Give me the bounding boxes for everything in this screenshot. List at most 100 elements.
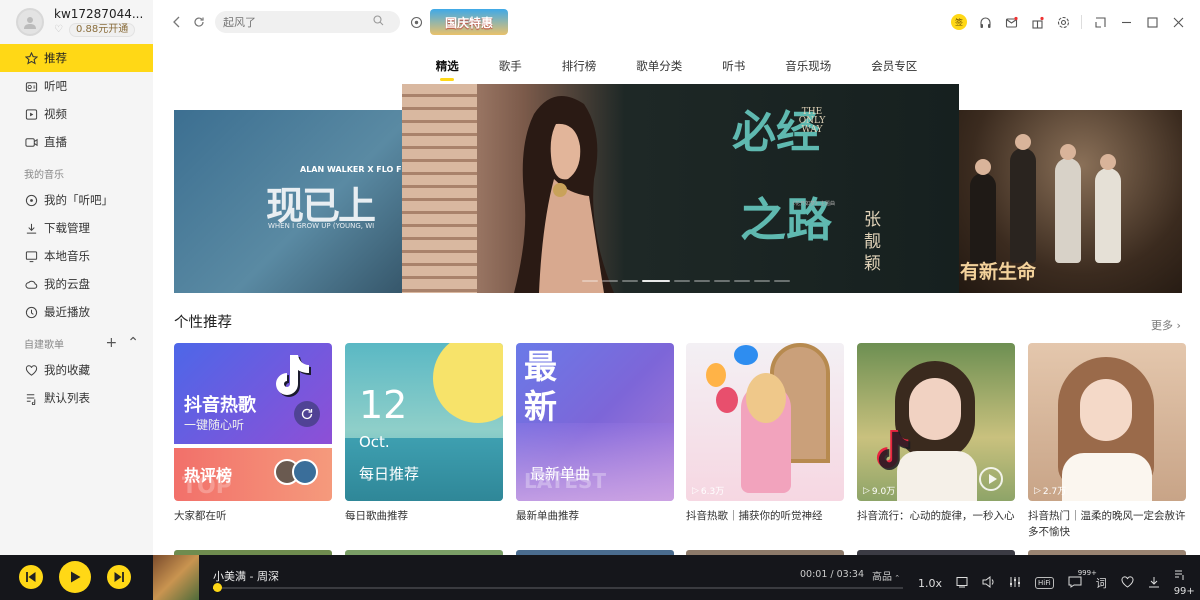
sidebar-item-label: 最近播放 xyxy=(44,305,90,319)
card-hot-everyone[interactable]: 抖音热歌 一键随心听 TOP 热评榜 大家都在听 xyxy=(174,343,332,524)
progress-knob[interactable] xyxy=(213,583,222,592)
vip-upgrade-button[interactable]: 0.88元开通 xyxy=(69,23,136,37)
play-icon[interactable] xyxy=(979,467,1003,491)
card-cover[interactable]: 12 Oct. 每日推荐 xyxy=(345,343,503,501)
add-playlist-icon[interactable]: + xyxy=(106,335,118,351)
album-cover[interactable] xyxy=(153,555,199,600)
band-member xyxy=(1055,144,1081,263)
carousel-dot[interactable] xyxy=(622,280,638,282)
carousel-dot[interactable] xyxy=(642,280,670,282)
minimize-icon[interactable] xyxy=(1118,14,1134,30)
previous-button[interactable] xyxy=(19,565,43,589)
sidebar-item-video[interactable]: 视频 xyxy=(0,100,153,128)
banner-left-line1: ALAN WALKER X FLO F xyxy=(300,165,402,174)
card-cover[interactable]: ▷ 2.7万 xyxy=(1028,343,1186,501)
carousel-dot[interactable] xyxy=(602,280,618,282)
card-douyin-trending[interactable]: ▷ 2.7万 抖音热门｜温柔的晚风一定会赦许多不愉快 xyxy=(1028,343,1186,540)
card-caption[interactable]: 抖音流行：心动的旋律，一秒入心 xyxy=(857,508,1015,524)
douyin-tile[interactable]: 抖音热歌 一键随心听 xyxy=(174,343,332,444)
card-cover[interactable]: ▷ 9.0万 xyxy=(857,343,1015,501)
banner-main[interactable]: 必经 之路 THE ONLY WAY 《花开如梦》主题曲 张靓颖 xyxy=(402,84,959,293)
sidebar-item-live[interactable]: 直播 xyxy=(0,128,153,156)
download-icon[interactable] xyxy=(1148,576,1160,591)
sidebar-item-default-list[interactable]: 默认列表 xyxy=(0,384,153,412)
tab-playlist-categories[interactable]: 歌单分类 xyxy=(636,52,682,82)
search-box[interactable] xyxy=(215,11,400,33)
card-caption[interactable]: 每日歌曲推荐 xyxy=(345,508,503,524)
sidebar-item-my-tingba[interactable]: 我的「听吧」 xyxy=(0,186,153,214)
search-input[interactable] xyxy=(223,15,373,29)
tab-featured[interactable]: 精选 xyxy=(436,52,459,82)
card-daily[interactable]: 12 Oct. 每日推荐 每日歌曲推荐 xyxy=(345,343,503,524)
carousel-dot[interactable] xyxy=(754,280,770,282)
more-link[interactable]: 更多 › xyxy=(1151,317,1181,333)
hifi-badge[interactable]: HiFi xyxy=(1035,577,1054,589)
sidebar-item-cloud[interactable]: 我的云盘 xyxy=(0,270,153,298)
user-panel[interactable]: kw17287044... ♡ 0.88元开通 xyxy=(0,0,153,44)
hot-comments-tile[interactable]: TOP 热评榜 xyxy=(174,448,332,501)
card-douyin-popular[interactable]: ▷ 9.0万 抖音流行：心动的旋律，一秒入心 xyxy=(857,343,1015,524)
doll-hair xyxy=(746,373,786,423)
gift-icon[interactable] xyxy=(1029,14,1045,30)
banner-left[interactable]: ALAN WALKER X FLO F 现已上 WHEN I GROW UP (… xyxy=(174,110,434,293)
carousel-dot[interactable] xyxy=(714,280,730,282)
sidebar-item-downloads[interactable]: 下载管理 xyxy=(0,214,153,242)
tab-vip-zone[interactable]: 会员专区 xyxy=(871,52,917,82)
play-button[interactable] xyxy=(59,561,91,593)
back-icon[interactable] xyxy=(169,14,185,30)
carousel-dot[interactable] xyxy=(694,280,710,282)
promo-banner[interactable]: 国庆特惠 xyxy=(430,9,508,35)
mail-icon[interactable] xyxy=(1003,14,1019,30)
my-music-heading: 我的音乐 xyxy=(24,169,64,181)
carousel-dot[interactable] xyxy=(774,280,790,282)
carousel-dot[interactable] xyxy=(674,280,690,282)
sidebar-item-recent[interactable]: 最近播放 xyxy=(0,298,153,326)
card-latest[interactable]: 最新 LATEST 最新单曲 最新单曲推荐 xyxy=(516,343,674,524)
settings-icon[interactable] xyxy=(1055,14,1071,30)
refresh-icon[interactable] xyxy=(191,14,207,30)
card-cover[interactable]: 最新 LATEST 最新单曲 xyxy=(516,343,674,501)
listen-recognize-icon[interactable] xyxy=(408,14,424,30)
carousel-dot[interactable] xyxy=(734,280,750,282)
sidebar-item-local-music[interactable]: 本地音乐 xyxy=(0,242,153,270)
coin-icon[interactable]: 签 xyxy=(951,14,967,30)
card-caption[interactable]: 大家都在听 xyxy=(174,508,332,524)
card-douyin-hot[interactable]: ▷ 6.3万 抖音热歌｜捕获你的听觉神经 xyxy=(686,343,844,524)
speed-button[interactable]: 1.0x xyxy=(918,577,942,590)
equalizer-icon[interactable] xyxy=(1009,576,1021,591)
close-icon[interactable] xyxy=(1170,14,1186,30)
playlist-button[interactable]: 99+ xyxy=(1174,569,1200,597)
tab-charts[interactable]: 排行榜 xyxy=(562,52,597,82)
refresh-icon[interactable] xyxy=(294,401,320,427)
lyrics-window-icon[interactable] xyxy=(956,576,968,591)
next-button[interactable] xyxy=(107,565,131,589)
favorite-icon[interactable] xyxy=(1121,575,1134,591)
mini-mode-icon[interactable] xyxy=(1092,14,1108,30)
volume-icon[interactable] xyxy=(982,575,995,591)
song-title[interactable]: 小美满 - 周深 xyxy=(213,568,279,584)
card-cover[interactable]: 抖音热歌 一键随心听 TOP 热评榜 xyxy=(174,343,332,501)
tab-singers[interactable]: 歌手 xyxy=(499,52,522,82)
lyrics-button[interactable]: 词 xyxy=(1096,575,1107,591)
collapse-icon[interactable]: ⌃ xyxy=(127,335,139,351)
banner-right[interactable]: 有新生命 xyxy=(930,110,1182,293)
comments-button[interactable]: 999+ xyxy=(1068,569,1097,591)
quality-selector[interactable]: 高品 ⌃ xyxy=(872,568,900,583)
card-caption[interactable]: 抖音热歌｜捕获你的听觉神经 xyxy=(686,508,844,524)
sidebar-item-recommend[interactable]: 推荐 xyxy=(0,44,153,72)
list-icon xyxy=(24,391,38,405)
search-icon[interactable] xyxy=(373,15,384,29)
username[interactable]: kw17287044... xyxy=(54,7,143,21)
tab-live-music[interactable]: 音乐现场 xyxy=(785,52,831,82)
sidebar-item-favorites[interactable]: 我的收藏 xyxy=(0,356,153,384)
carousel-dot[interactable] xyxy=(582,280,598,282)
tab-audiobooks[interactable]: 听书 xyxy=(722,52,745,82)
card-caption[interactable]: 最新单曲推荐 xyxy=(516,508,674,524)
headphone-icon[interactable] xyxy=(977,14,993,30)
card-cover[interactable]: ▷ 6.3万 xyxy=(686,343,844,501)
card-caption[interactable]: 抖音热门｜温柔的晚风一定会赦许多不愉快 xyxy=(1028,508,1186,540)
progress-bar[interactable] xyxy=(213,587,903,589)
sidebar-item-tingba[interactable]: 听吧 xyxy=(0,72,153,100)
maximize-icon[interactable] xyxy=(1144,14,1160,30)
avatar[interactable] xyxy=(16,8,44,36)
